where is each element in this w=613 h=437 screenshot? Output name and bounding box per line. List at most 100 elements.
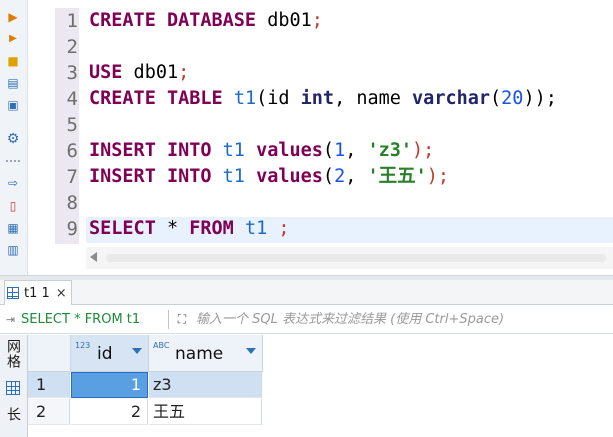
code-line[interactable]: CREATE TABLE t1(id int, name varchar(20)… <box>89 86 557 112</box>
close-icon[interactable]: × <box>56 286 67 301</box>
code-token: )); <box>523 88 557 109</box>
row-number[interactable]: 1 <box>28 372 70 398</box>
editor-toolbar: ▶ ▶ ■ ▤ ▣ ⚙ ⇨ ▯ ▦ ▥ <box>0 0 28 278</box>
grid-corner[interactable] <box>28 335 71 372</box>
sort-dropdown-icon[interactable] <box>132 348 142 354</box>
code-token: t1 <box>222 140 245 161</box>
cell-name[interactable]: z3 <box>149 372 262 398</box>
code-token: int <box>300 88 335 109</box>
grid-icon[interactable] <box>6 381 20 395</box>
code-token: INTO <box>166 166 212 187</box>
console-icon[interactable]: ▣ <box>5 97 21 113</box>
result-grid: 123 id ABC name 1 1 z3 2 2 王五 <box>28 335 613 437</box>
code-token: , <box>345 166 368 187</box>
cell-name[interactable]: 王五 <box>149 399 262 425</box>
line-number: 6 <box>66 140 78 162</box>
line-number: 1 <box>66 10 78 32</box>
toolbar-divider <box>6 160 20 162</box>
line-number: 3 <box>66 62 78 84</box>
column-label: name <box>175 344 224 364</box>
code-token: ( <box>322 140 335 161</box>
sort-dropdown-icon[interactable] <box>246 348 256 354</box>
scroll-left-icon[interactable] <box>90 252 97 262</box>
code-token: varchar <box>412 88 491 109</box>
code-token: t1 <box>244 218 268 239</box>
filter-divider <box>168 310 169 329</box>
tab-result-t1[interactable]: t1 1 × <box>4 280 72 305</box>
tab-label: t1 1 <box>24 285 50 301</box>
line-number: 9 <box>66 218 78 240</box>
load-plan-icon[interactable]: ▤ <box>5 75 21 91</box>
new-script-icon[interactable]: ▯ <box>5 198 21 214</box>
filter-input[interactable] <box>196 310 606 329</box>
cell-id[interactable]: 1 <box>71 372 148 398</box>
code-token: db01 <box>122 62 179 83</box>
code-token: , <box>345 140 368 161</box>
code-token: ( <box>490 88 502 109</box>
code-token: ; <box>311 10 323 31</box>
column-header-id[interactable]: 123 id <box>71 335 149 372</box>
code-line[interactable]: INSERT INTO t1 values(2, '王五'); <box>89 164 449 190</box>
execute-icon[interactable]: ▶ <box>5 9 21 25</box>
sql-query-icon: ⇥ <box>5 313 16 326</box>
table-icon <box>7 287 19 299</box>
column-header-name[interactable]: ABC name <box>149 335 263 372</box>
code-token: ); <box>426 166 450 187</box>
code-token: '王五' <box>367 166 427 187</box>
code-token: t1 <box>233 88 257 109</box>
filter-expand-icon[interactable]: ⛶ <box>174 311 190 327</box>
settings-icon[interactable]: ⚙ <box>5 131 21 147</box>
execute-script-icon[interactable]: ▶ <box>5 31 21 47</box>
line-number: 8 <box>66 192 78 214</box>
line-number: 5 <box>66 114 78 136</box>
code-token: 1 <box>334 140 346 161</box>
outline-icon[interactable]: ▥ <box>5 242 21 258</box>
code-token: INSERT <box>89 166 156 187</box>
column-label: id <box>97 344 113 364</box>
code-line[interactable]: USE db01; <box>89 60 189 86</box>
code-token: 20 <box>501 88 524 109</box>
explain-plan-icon[interactable]: ■ <box>5 53 21 69</box>
query-label[interactable]: ⇥ SELECT * FROM t1 <box>4 309 140 330</box>
row-number[interactable]: 2 <box>28 399 70 425</box>
format-icon[interactable]: ▦ <box>5 220 21 236</box>
code-token: values <box>256 140 323 161</box>
code-token: FROM <box>189 218 234 239</box>
code-token: SELECT <box>89 218 156 239</box>
code-token: CREATE <box>89 88 156 109</box>
code-line[interactable]: SELECT * FROM t1 ; <box>89 216 290 242</box>
tab-grid-view[interactable]: 网格 <box>4 339 23 369</box>
code-line[interactable]: CREATE DATABASE db01; <box>89 8 323 34</box>
code-token: (id <box>256 88 301 109</box>
code-token: ); <box>412 140 435 161</box>
scrollbar-track[interactable] <box>106 254 606 262</box>
tab-text-view[interactable]: 长 <box>4 407 23 422</box>
horizontal-scrollbar[interactable] <box>86 247 613 269</box>
code-token: ( <box>322 166 335 187</box>
code-token: USE <box>89 62 123 83</box>
code-token: db01 <box>256 10 312 31</box>
result-view-tabs: 网格 长 <box>0 335 28 437</box>
numeric-type-icon: 123 <box>75 341 91 350</box>
code-token: DATABASE <box>166 10 257 31</box>
export-icon[interactable]: ⇨ <box>5 175 21 191</box>
code-token: INTO <box>166 140 212 161</box>
code-token: , name <box>334 88 413 109</box>
code-line[interactable]: INSERT INTO t1 values(1, 'z3'); <box>89 138 434 164</box>
query-text: SELECT * FROM t1 <box>21 312 141 327</box>
sql-editor[interactable]: CREATE DATABASE db01; USE db01; CREATE TAB… <box>89 8 613 244</box>
code-token: values <box>256 166 323 187</box>
code-token: CREATE <box>89 10 156 31</box>
cell-id[interactable]: 2 <box>71 399 148 425</box>
